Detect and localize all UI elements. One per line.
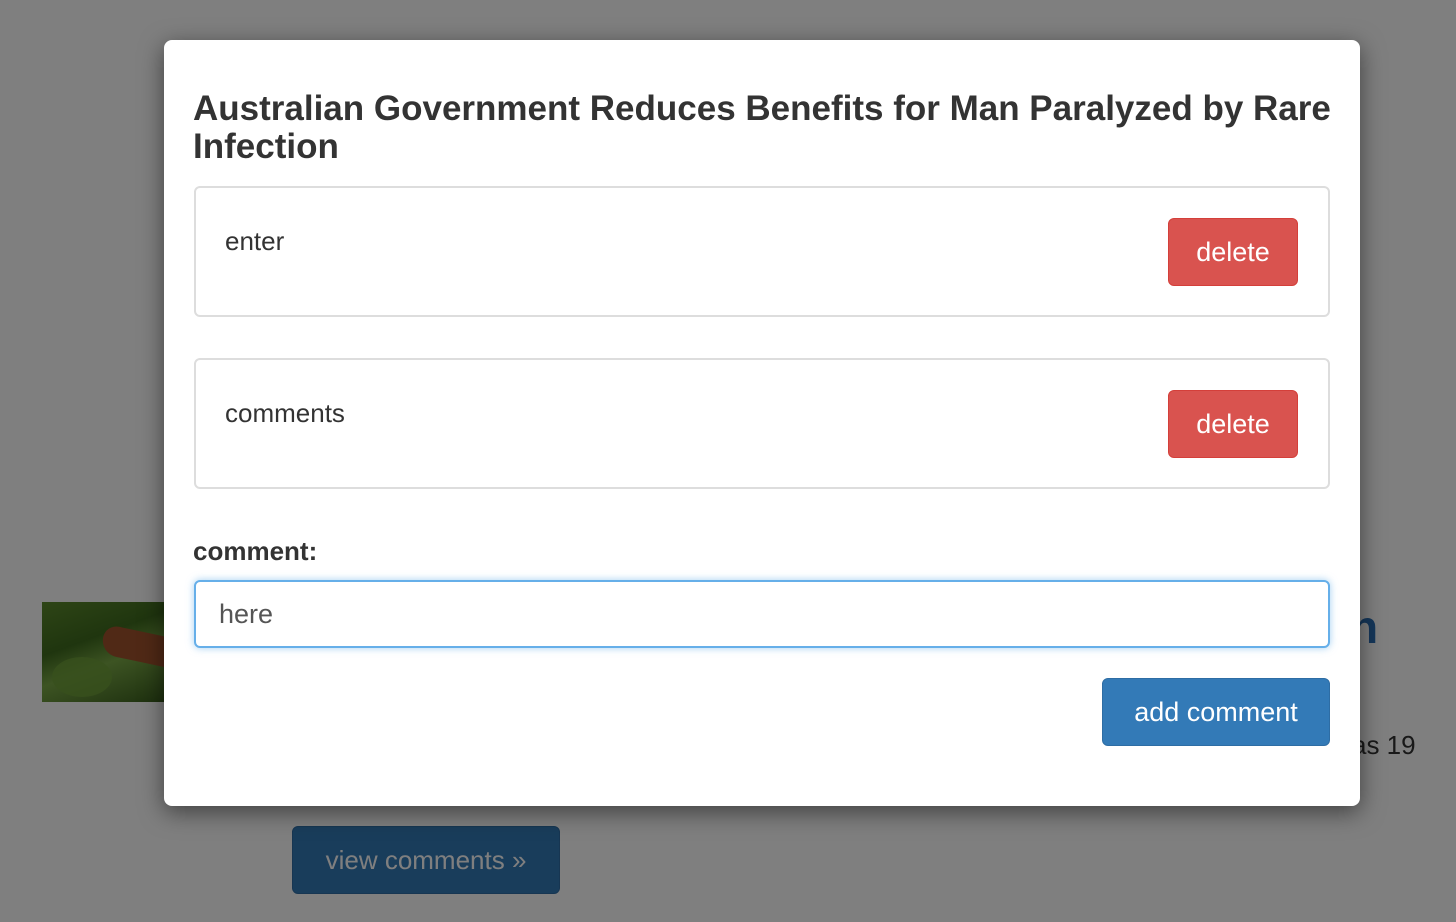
delete-comment-button[interactable]: delete — [1168, 218, 1298, 286]
comment-card: comments delete — [194, 358, 1330, 489]
comment-text: comments — [225, 398, 345, 428]
comment-input[interactable] — [194, 580, 1330, 648]
comment-field-label: comment: — [193, 536, 318, 566]
add-comment-button[interactable]: add comment — [1102, 678, 1330, 746]
comment-card: enter delete — [194, 186, 1330, 317]
comment-text: enter — [225, 226, 285, 256]
delete-comment-button[interactable]: delete — [1168, 390, 1298, 458]
modal-title: Australian Government Reduces Benefits f… — [193, 89, 1331, 166]
comments-modal: Australian Government Reduces Benefits f… — [164, 40, 1360, 806]
